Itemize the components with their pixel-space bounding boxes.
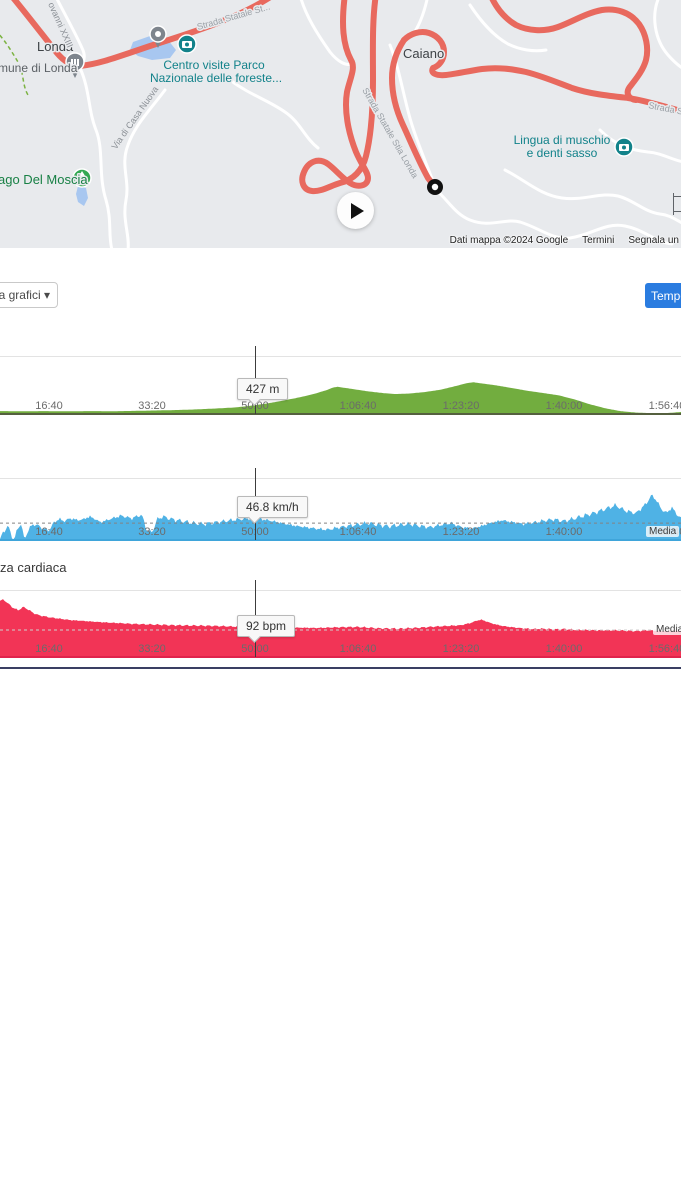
map-attribution: Dati mappa ©2024 Google Termini Segnala … [450,235,679,246]
map-label-centro-1: Centro visite Parco [163,58,265,72]
speed-area [0,495,681,541]
heart-rate-chart-title: za cardiaca [0,560,66,575]
map-label-comune: mune di Londa [0,61,78,75]
route-map[interactable]: Londa Caiano mune di Londa Centro visite… [0,0,681,248]
speed-chart[interactable] [0,478,681,540]
elevation-chart[interactable] [0,356,681,414]
map-label-lago: ago Del Moscia [0,172,88,187]
heart-rate-area [0,599,681,658]
map-scale-control [673,193,681,215]
map-label-centro-2: Nazionale delle foreste... [150,71,282,85]
map-play-button[interactable] [337,192,374,229]
map-terms-link[interactable]: Termini [582,235,614,246]
elevation-area [0,382,681,415]
heart-rate-tooltip: 92 bpm [237,615,295,637]
camera-poi-icon-lingua[interactable] [615,138,633,156]
elevation-tooltip: 427 m [237,378,288,400]
section-divider [0,667,681,669]
heart-rate-chart[interactable] [0,590,681,657]
route-position-marker-center [432,184,438,190]
speed-tooltip: 46.8 km/h [237,496,308,518]
map-label-caiano: Caiano [403,46,444,61]
play-icon [351,203,364,219]
activity-analysis-page: Londa Caiano mune di Londa Centro visite… [0,0,681,1200]
map-label-lingua-2: e denti sasso [527,146,598,160]
tempo-button[interactable]: Tempo [645,283,681,308]
map-report-link[interactable]: Segnala un [628,235,679,246]
speed-average-label: Media [646,526,679,537]
charts-dropdown-button[interactable]: a grafici ▾ [0,282,58,308]
map-data-credit: Dati mappa ©2024 Google [450,235,569,246]
map-label-lingua-1: Lingua di muschio [514,133,611,147]
camera-poi-icon-centro[interactable] [178,35,196,53]
heart-rate-average-label: Media [653,624,681,635]
